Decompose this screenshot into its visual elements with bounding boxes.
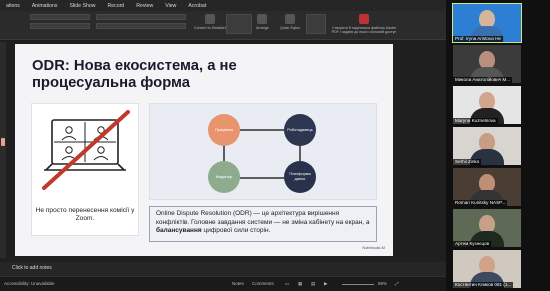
tab-animations[interactable]: Animations [26,3,64,9]
participant-tile[interactable]: Prof. Iryna Aristova Не [452,3,522,43]
zoom-level[interactable]: 89% [378,281,387,286]
participant-tile[interactable]: Maryna Kuznetsova [453,86,521,124]
node-mediator[interactable]: Медіатор [208,161,240,193]
reading-view-icon[interactable]: ▤ [311,281,315,287]
ecosystem-diagram: Працівник Роботодавець Медіатор Платформ… [149,103,377,200]
tab-record[interactable]: Record [101,3,130,9]
monitor-crossed-icon [42,110,130,190]
participant-tile[interactable]: Serhii Zinko [453,127,521,165]
odr-definition-box[interactable]: Online Dispute Resolution (ODR) — це арх… [149,206,377,242]
tab-acrobat[interactable]: Acrobat [182,3,212,9]
participant-name: Serhii Zinko [453,159,482,165]
alignment-row[interactable] [96,23,186,29]
smartart-icon [204,14,215,24]
participant-name: Prof. Iryna Aristova Не [453,36,503,42]
participant-name: Микола Анатолійович М... [453,77,513,83]
fit-slide-icon[interactable]: ⤢ [395,281,399,286]
arrange-button[interactable]: Arrange [256,14,269,38]
thumbnail-strip[interactable] [0,42,6,258]
node-employer[interactable]: Роботодавець [284,114,316,146]
app-window: ations Animations Slide Show Record Revi… [0,0,550,291]
arrange-icon [257,14,268,24]
convert-smartart-button[interactable]: Convert to SmartArt [194,14,226,38]
thumbnail-selected[interactable] [1,138,5,146]
participant-tile[interactable]: Микола Анатолійович М... [453,45,521,83]
zoom-slider[interactable] [342,284,374,285]
ribbon-toolbar: Convert to SmartArt Arrange Quick Styles… [0,11,446,40]
left-caption[interactable]: Не просто перенесення комісії у Zoom. [33,207,137,223]
node-worker[interactable]: Працівник [208,114,240,146]
shapes-gallery[interactable] [226,14,252,34]
diagram-connectors [223,129,301,179]
participant-tile[interactable]: Roman Kunitsky NASP... [453,168,521,206]
slide[interactable]: ODR: Нова екосистема, а не процесуальна … [15,44,393,256]
ribbon-tabs: ations Animations Slide Show Record Revi… [0,0,446,11]
tab-view[interactable]: View [159,3,182,9]
participant-tile[interactable]: Артем Кузнєцов [453,209,521,247]
create-pdf-button[interactable]: Створити й поділитися файлом Adobe PDF і… [330,14,398,38]
participant-tile[interactable]: Костянтин Кликов 081 (1... [453,250,521,288]
adobe-pdf-icon [359,14,369,24]
shape-format-group[interactable] [306,14,326,34]
font-format-row[interactable] [30,23,90,29]
participant-name: Roman Kunitsky NASP... [453,200,508,206]
slide-sorter-icon[interactable]: ▦ [298,281,302,287]
slide-title[interactable]: ODR: Нова екосистема, а не процесуальна … [32,58,292,92]
slideshow-view-icon[interactable]: ▶ [324,281,327,287]
notes-placeholder: Click to add notes [12,265,52,271]
quick-styles-button[interactable]: Quick Styles [280,14,300,38]
normal-view-icon[interactable]: ▭ [285,281,289,287]
status-bar: Accessibility: Unavailable Notes Comment… [0,276,446,291]
comments-button[interactable]: Comments [252,281,274,286]
notes-pane[interactable]: Click to add notes [0,262,446,276]
quick-styles-icon [284,14,295,24]
tab-review[interactable]: Review [130,3,159,9]
participant-name: Maryna Kuznetsova [453,118,498,124]
paragraph-row[interactable] [96,14,186,20]
node-data-platform[interactable]: Платформа даних [284,161,316,193]
notebooklm-brand: NotebookLM [362,245,385,250]
participant-name: Костянтин Кликов 081 (1... [453,282,514,288]
participant-name: Артем Кузнєцов [453,241,492,247]
tab-slide-show[interactable]: Slide Show [64,3,102,9]
font-name-box[interactable] [30,14,90,20]
accessibility-status[interactable]: Accessibility: Unavailable [4,281,55,286]
notes-button[interactable]: Notes [232,281,244,286]
tab-transitions[interactable]: ations [0,3,26,9]
